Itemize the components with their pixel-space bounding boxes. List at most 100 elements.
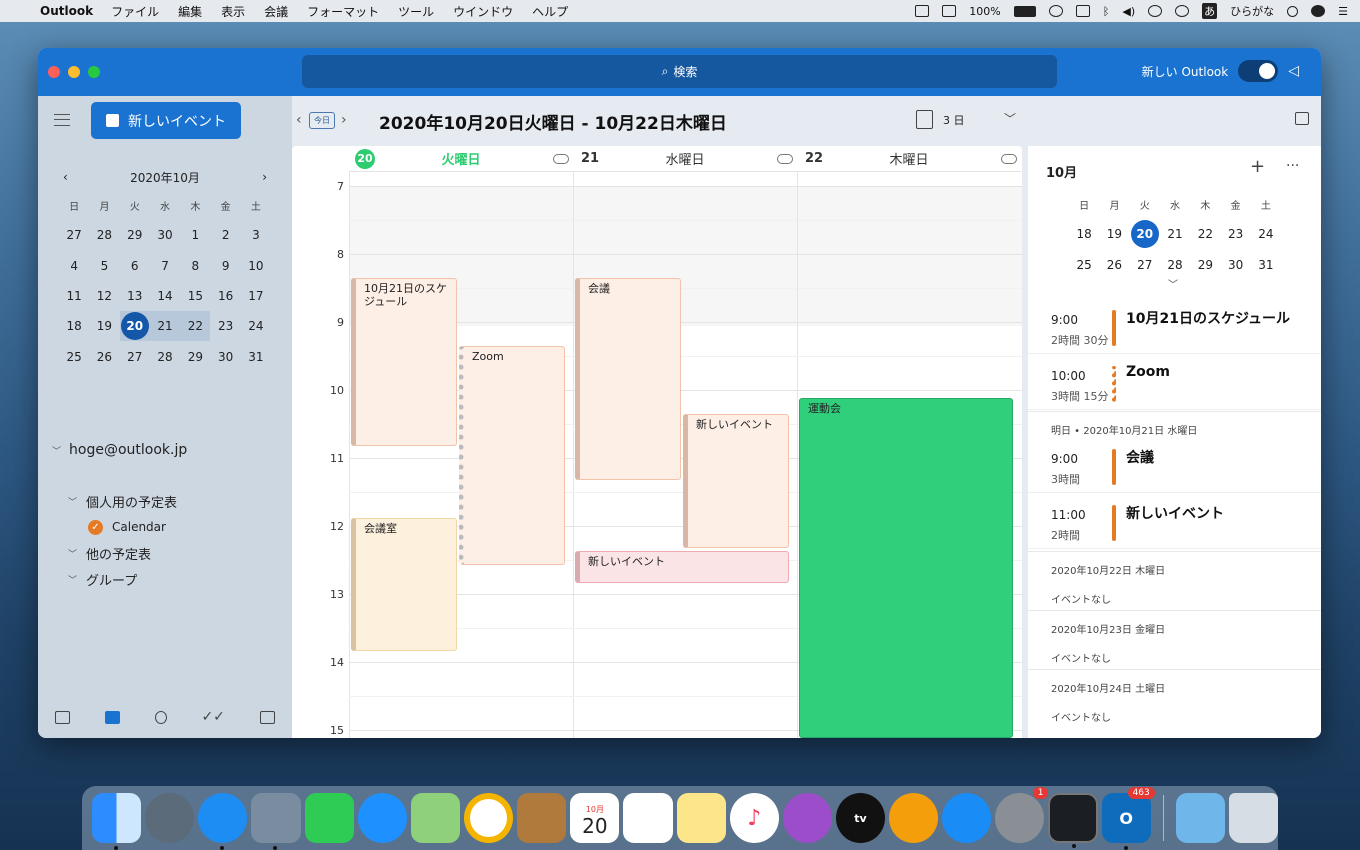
apple-tv-icon[interactable]: tv	[835, 793, 886, 843]
agenda-calendar-day[interactable]: 19	[1099, 219, 1129, 249]
agenda-event[interactable]: 9:00 2時間 30分 10月21日のスケジュール	[1028, 298, 1321, 354]
agenda-calendar-day[interactable]: 20	[1130, 219, 1160, 249]
mini-calendar-day[interactable]: 4	[59, 251, 89, 281]
minimize-window-button[interactable]	[68, 66, 80, 78]
menu-window[interactable]: ウインドウ	[453, 3, 513, 20]
add-icon[interactable]: +	[1250, 156, 1265, 177]
agenda-calendar-day[interactable]: 22	[1190, 219, 1220, 249]
mini-calendar-day[interactable]: 7	[150, 251, 180, 281]
battery-icon[interactable]	[1013, 5, 1036, 17]
mini-calendar-day[interactable]: 26	[89, 341, 119, 371]
reminders-icon[interactable]	[623, 793, 673, 843]
system-preferences-icon[interactable]: 1	[995, 787, 1049, 843]
notes-app-icon[interactable]	[676, 793, 726, 843]
camera-icon[interactable]	[915, 5, 930, 17]
mini-calendar-day[interactable]: 24	[241, 311, 271, 341]
new-outlook-toggle[interactable]	[1238, 60, 1279, 82]
downloads-folder-icon[interactable]	[1175, 793, 1225, 843]
mini-calendar-day[interactable]: 15	[180, 281, 210, 311]
mini-calendar-day[interactable]: 11	[59, 281, 89, 311]
mini-calendar-day[interactable]: 17	[241, 281, 271, 311]
group-personal[interactable]: ﹀ 個人用の予定表	[68, 488, 177, 514]
mini-calendar-day[interactable]: 29	[120, 220, 150, 250]
agenda-event[interactable]: 11:00 2時間 新しいイベント	[1028, 493, 1321, 549]
account-header[interactable]: ﹀ hoge@outlook.jp	[52, 442, 187, 458]
control-center-icon[interactable]: ☰	[1338, 5, 1348, 18]
prev-month-icon[interactable]: ‹	[63, 170, 68, 184]
new-event-button[interactable]: 新しいイベント	[91, 102, 241, 139]
safari-icon[interactable]	[198, 793, 248, 850]
prev-range-icon[interactable]: ‹	[296, 112, 302, 128]
more-icon[interactable]: ···	[1286, 158, 1299, 174]
trash-icon[interactable]	[1228, 793, 1278, 843]
menu-view[interactable]: 表示	[221, 3, 245, 20]
mini-calendar-day[interactable]: 8	[180, 251, 210, 281]
mini-calendar-day[interactable]: 28	[150, 341, 180, 371]
agenda-calendar-day[interactable]: 24	[1251, 219, 1281, 249]
weather-cloud-icon[interactable]	[1001, 153, 1017, 164]
mail-app-icon[interactable]	[251, 793, 301, 850]
mini-calendar-day[interactable]: 30	[210, 341, 240, 371]
weather-cloud-icon[interactable]	[553, 153, 569, 164]
calendar-event[interactable]: 会議	[575, 278, 681, 480]
messages-icon[interactable]	[357, 793, 407, 843]
close-window-button[interactable]	[48, 66, 60, 78]
mini-calendar-day[interactable]: 30	[150, 220, 180, 250]
wifi-icon[interactable]	[1048, 5, 1063, 17]
mini-calendar-day[interactable]: 1	[180, 220, 210, 250]
agenda-calendar-day[interactable]: 21	[1160, 219, 1190, 249]
menu-edit[interactable]: 編集	[178, 3, 202, 20]
mini-calendar-day[interactable]: 3	[241, 220, 271, 250]
mini-calendar-day[interactable]: 21	[149, 311, 181, 342]
notes-icon[interactable]	[259, 710, 275, 724]
expand-calendar-icon[interactable]: ﹀	[1168, 276, 1178, 291]
calendar-event[interactable]: 新しいイベント	[683, 414, 789, 548]
agenda-calendar-day[interactable]: 23	[1220, 219, 1250, 249]
agenda-calendar-day[interactable]: 25	[1069, 250, 1099, 280]
mini-calendar-day[interactable]: 10	[241, 251, 271, 281]
mini-calendar-day[interactable]: 23	[210, 311, 240, 341]
books-icon[interactable]	[889, 793, 939, 843]
launchpad-icon[interactable]	[145, 793, 195, 843]
collapse-pane-icon[interactable]	[1295, 112, 1309, 125]
calendar-icon[interactable]	[105, 710, 121, 724]
podcasts-icon[interactable]	[782, 793, 832, 843]
maps-icon[interactable]	[410, 793, 460, 843]
mini-calendar-day[interactable]: 2	[210, 220, 240, 250]
day-header[interactable]: 20 火曜日	[349, 146, 573, 172]
outlook-app-icon[interactable]: O 463	[1101, 787, 1155, 850]
day-header[interactable]: 22 木曜日	[797, 146, 1021, 172]
next-range-icon[interactable]: ›	[341, 112, 347, 128]
mini-calendar-day[interactable]: 19	[89, 311, 119, 341]
search-bar[interactable]: ⌕ 検索	[302, 55, 1057, 88]
menu-format[interactable]: フォーマット	[307, 3, 379, 20]
input-mode-label[interactable]: ひらがな	[1230, 3, 1274, 19]
app-menu[interactable]: Outlook	[40, 4, 93, 18]
calendar-event[interactable]: 運動会	[799, 398, 1013, 738]
zoom-window-button[interactable]	[88, 66, 100, 78]
mini-calendar-day[interactable]: 14	[150, 281, 180, 311]
agenda-calendar-day[interactable]: 30	[1220, 250, 1250, 280]
chevron-down-icon[interactable]: ﹀	[1004, 110, 1016, 127]
people-icon[interactable]	[154, 710, 167, 724]
siri-icon[interactable]	[1311, 5, 1326, 17]
mini-calendar-day[interactable]: 9	[210, 251, 240, 281]
volume-icon[interactable]: ◀)	[1122, 5, 1135, 18]
mini-calendar-day[interactable]: 29	[180, 341, 210, 371]
finder-icon[interactable]	[92, 793, 142, 850]
mini-calendar-day[interactable]: 16	[210, 281, 240, 311]
view-selector[interactable]: 3 日	[916, 110, 965, 129]
group-other[interactable]: ﹀ 他の予定表	[68, 540, 177, 566]
app-store-icon[interactable]	[942, 793, 992, 843]
calendar-event[interactable]: 会議室	[351, 518, 457, 651]
mini-calendar-day[interactable]: 28	[89, 220, 119, 250]
photos-icon[interactable]	[463, 793, 514, 843]
contacts-icon[interactable]	[517, 793, 567, 843]
display-icon[interactable]	[942, 5, 957, 17]
bluetooth-icon[interactable]: ᛒ	[1103, 5, 1110, 18]
mini-calendar-day[interactable]: 31	[241, 341, 271, 371]
next-month-icon[interactable]: ›	[262, 170, 267, 184]
menu-help[interactable]: ヘルプ	[532, 3, 568, 20]
airplay-icon[interactable]	[1075, 5, 1090, 17]
mini-calendar-day[interactable]: 13	[120, 281, 150, 311]
